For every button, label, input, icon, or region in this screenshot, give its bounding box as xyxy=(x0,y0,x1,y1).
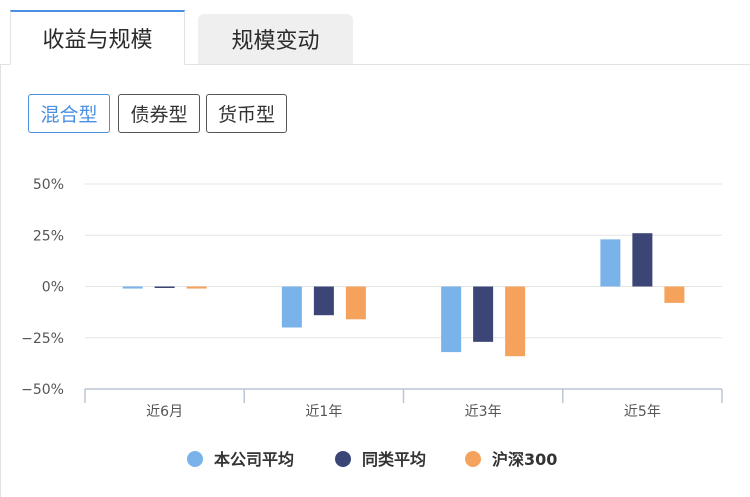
legend-label: 本公司平均 xyxy=(214,450,294,469)
bar xyxy=(505,286,526,357)
tab-bar: 收益与规模 规模变动 xyxy=(0,10,750,65)
bar xyxy=(122,286,143,289)
tab-returns-scale[interactable]: 收益与规模 xyxy=(10,10,185,65)
bar xyxy=(473,286,494,342)
legend-swatch xyxy=(187,451,203,467)
bar xyxy=(154,286,175,288)
y-tick-label: −50% xyxy=(21,382,64,398)
legend-label: 同类平均 xyxy=(362,450,426,469)
legend-swatch xyxy=(465,451,481,467)
returns-bar-chart: 50% 25% 0% −25% −50% 近6月 近1年 近3年 近5年本公司平均 同类平均 沪深3… xyxy=(21,177,723,469)
bar xyxy=(441,286,462,353)
bar xyxy=(281,286,302,328)
bar xyxy=(313,286,334,316)
filter-mixed-button[interactable]: 混合型 xyxy=(28,94,110,133)
x-tick-label: 近1年 xyxy=(305,404,342,420)
y-tick-label: −25% xyxy=(21,331,64,347)
y-tick-label: 0% xyxy=(42,280,64,296)
legend-swatch xyxy=(335,451,351,467)
y-tick-label: 50% xyxy=(33,177,64,193)
tab-scale-change[interactable]: 规模变动 xyxy=(198,14,353,64)
bar xyxy=(345,286,366,320)
bar xyxy=(600,239,621,287)
filter-money-button[interactable]: 货币型 xyxy=(206,94,287,133)
x-tick-label: 近5年 xyxy=(624,404,661,420)
legend-label: 沪深300 xyxy=(492,450,557,469)
bar xyxy=(632,233,653,287)
x-tick-label: 近3年 xyxy=(465,404,502,420)
y-tick-label: 25% xyxy=(33,228,64,244)
filter-bond-button[interactable]: 债券型 xyxy=(118,94,200,133)
bar xyxy=(664,286,685,303)
bar xyxy=(186,286,207,289)
x-tick-label: 近6月 xyxy=(146,404,183,420)
